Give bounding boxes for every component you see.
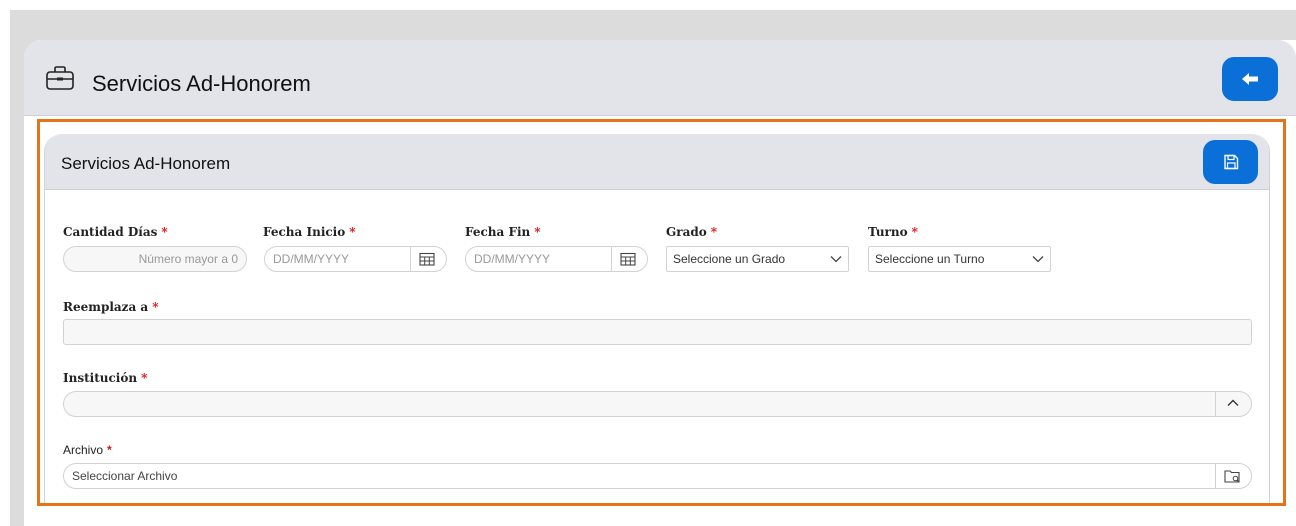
cantidad-dias-input[interactable]: Número mayor a 0 xyxy=(63,246,247,272)
cantidad-dias-placeholder: Número mayor a 0 xyxy=(138,252,238,266)
institucion-select[interactable] xyxy=(63,391,1252,417)
fecha-fin-divider xyxy=(611,246,612,272)
folder-search-icon[interactable] xyxy=(1224,469,1242,484)
grado-select-value: Seleccione un Grado xyxy=(673,252,786,266)
archivo-label: Archivo * xyxy=(63,443,112,457)
back-button[interactable] xyxy=(1222,57,1278,101)
grado-select[interactable]: Seleccione un Grado xyxy=(666,246,849,272)
form-highlight-border xyxy=(37,119,1286,506)
grado-label: Grado * xyxy=(666,225,718,239)
institucion-label: Institución * xyxy=(63,371,148,385)
turno-select-value: Seleccione un Turno xyxy=(875,252,985,266)
chevron-down-icon xyxy=(1032,256,1044,263)
calendar-icon[interactable] xyxy=(419,252,435,266)
archivo-input[interactable]: Seleccionar Archivo xyxy=(63,463,1252,489)
page-title: Servicios Ad-Honorem xyxy=(92,71,311,96)
turno-select[interactable]: Seleccione un Turno xyxy=(868,246,1051,272)
briefcase-icon xyxy=(46,66,74,90)
cantidad-dias-label: Cantidad Días * xyxy=(63,225,168,239)
reemplaza-input[interactable] xyxy=(63,319,1252,345)
archivo-divider xyxy=(1215,463,1216,489)
archivo-placeholder: Seleccionar Archivo xyxy=(72,469,178,483)
fecha-inicio-placeholder: DD/MM/YYYY xyxy=(273,252,350,266)
calendar-icon[interactable] xyxy=(620,252,636,266)
fecha-inicio-label: Fecha Inicio * xyxy=(263,225,356,239)
fecha-inicio-divider xyxy=(410,246,411,272)
arrow-left-icon xyxy=(1242,73,1258,85)
reemplaza-label: Reemplaza a * xyxy=(63,300,159,314)
main-header: Servicios Ad-Honorem xyxy=(24,40,1296,116)
institucion-divider xyxy=(1215,391,1216,417)
chevron-down-icon xyxy=(830,256,842,263)
chevron-up-icon[interactable] xyxy=(1227,399,1239,407)
turno-label: Turno * xyxy=(868,225,918,239)
fecha-fin-label: Fecha Fin * xyxy=(465,225,541,239)
fecha-fin-placeholder: DD/MM/YYYY xyxy=(474,252,551,266)
